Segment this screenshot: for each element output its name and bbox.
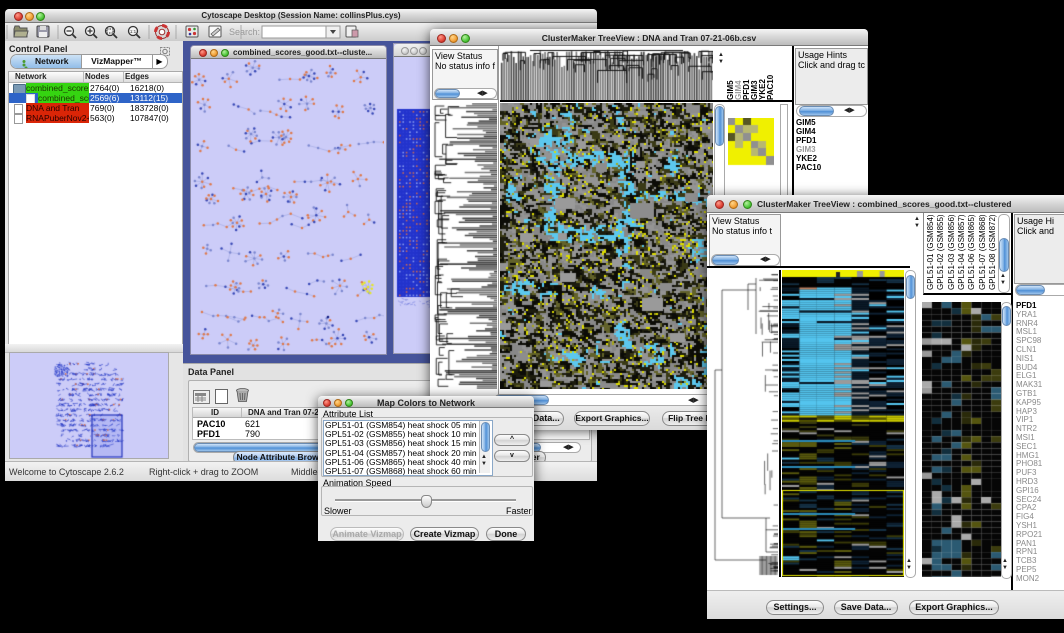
svg-text:Search:: Search: [229, 27, 260, 37]
svg-text:1:1: 1:1 [130, 29, 137, 34]
